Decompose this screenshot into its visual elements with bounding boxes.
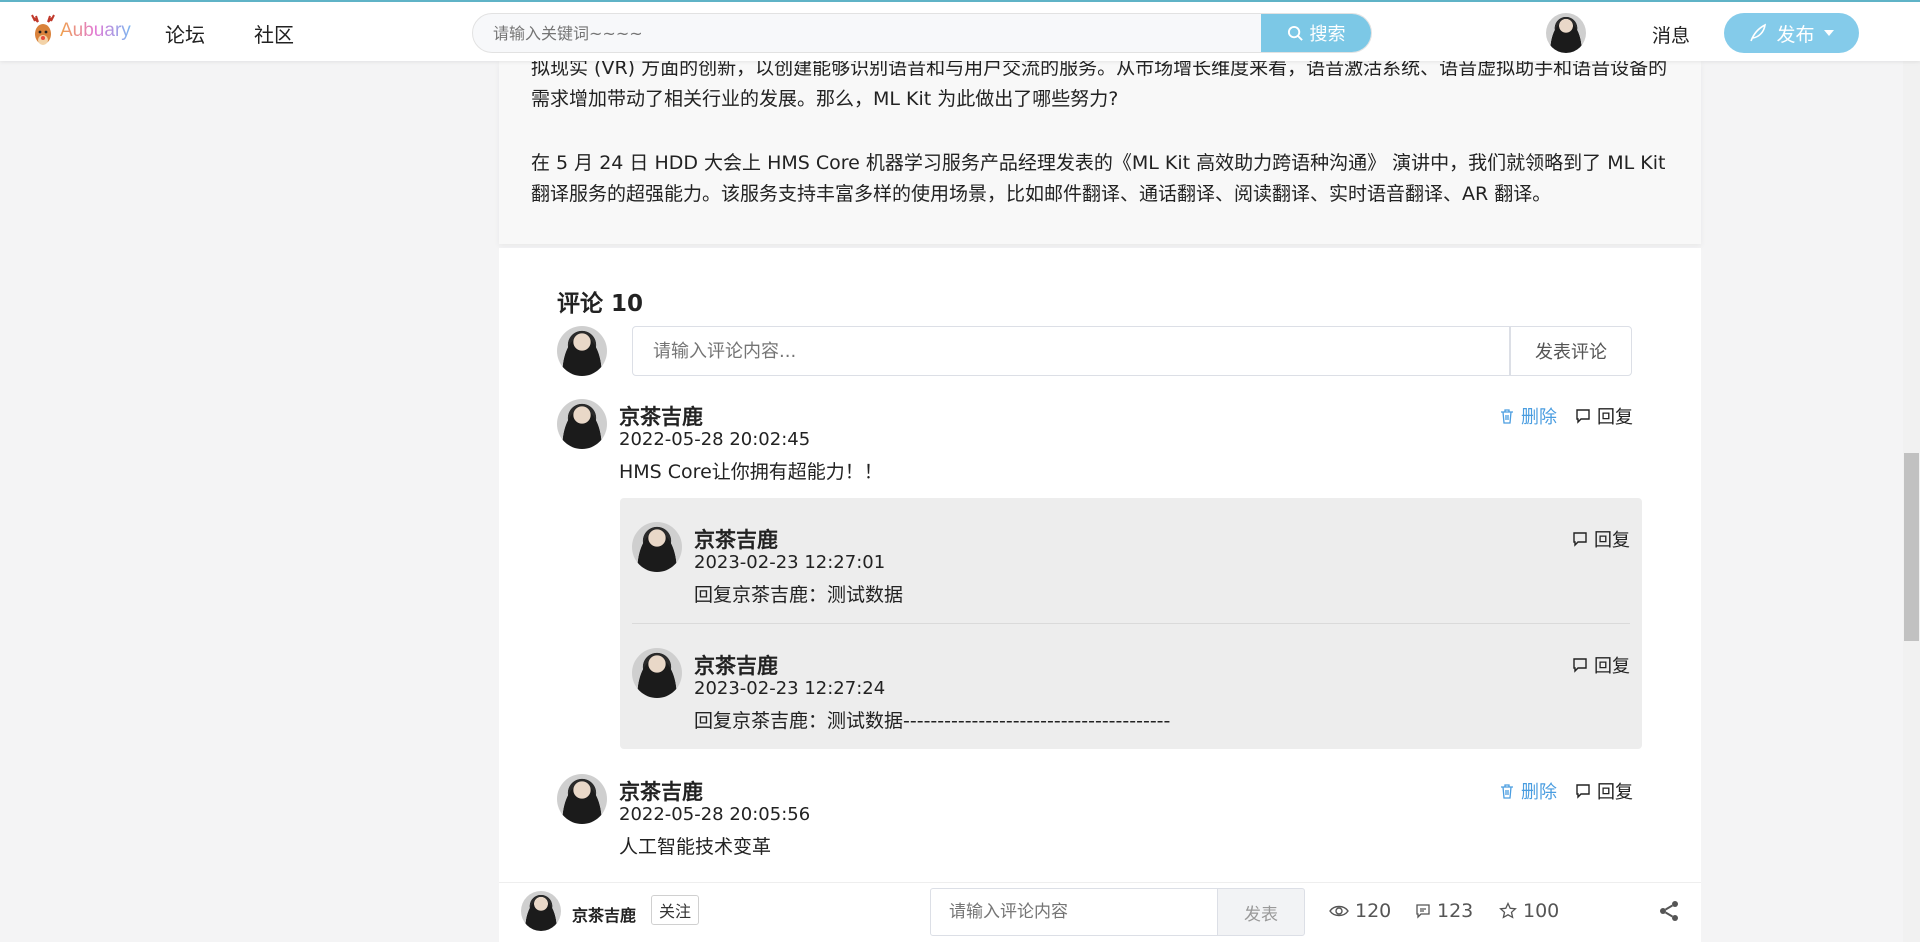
comment-actions: 删除 回复 <box>1499 778 1633 804</box>
reply-label: 回复 <box>1597 782 1633 803</box>
trash-icon <box>1501 784 1513 799</box>
comment-icon <box>1416 904 1430 919</box>
publish-label: 发布 <box>1776 23 1815 46</box>
reply-actions: 回复 <box>1572 652 1630 678</box>
scrollbar-thumb[interactable] <box>1904 453 1919 641</box>
comment-input[interactable] <box>632 326 1510 376</box>
comments-count: 123 <box>1437 900 1474 922</box>
search-button-label: 搜索 <box>1309 24 1346 45</box>
comment-icon <box>1576 409 1590 424</box>
submit-comment-button[interactable]: 发表评论 <box>1510 326 1632 376</box>
comments-title: 评论 10 <box>557 291 644 317</box>
article-paragraph: 拟现实 (VR) 方面的创新，以创建能够识别语音和与用户交流的服务。从市场增长维… <box>531 57 1668 110</box>
comment-actions: 删除 回复 <box>1499 403 1633 429</box>
reply-time: 2023-02-23 12:27:01 <box>694 552 886 573</box>
reply-button[interactable]: 回复 <box>1575 403 1633 429</box>
comment-time: 2022-05-28 20:02:45 <box>619 429 811 450</box>
reply-button[interactable]: 回复 <box>1572 526 1630 552</box>
eye-icon <box>1329 905 1349 917</box>
avatar <box>557 399 607 449</box>
comments-section: 评论 10 发表评论 京茶吉鹿 2022-05-28 20:02:45 HMS … <box>499 248 1701 942</box>
comment-item: 京茶吉鹿 2022-05-28 20:05:56 人工智能技术变革 删除 回复 <box>557 774 1643 874</box>
comment-item: 京茶吉鹿 2022-05-28 20:02:45 HMS Core让你拥有超能力… <box>557 399 1643 499</box>
avatar <box>557 326 607 376</box>
reply-label: 回复 <box>1597 407 1633 428</box>
search-input[interactable] <box>473 14 1261 52</box>
reply-time: 2023-02-23 12:27:24 <box>694 678 886 699</box>
quick-send-button[interactable]: 发表 <box>1217 888 1305 936</box>
reply-text: 回复京茶吉鹿：测试数据 <box>694 584 904 606</box>
search-icon <box>1287 25 1303 41</box>
comment-time: 2022-05-28 20:05:56 <box>619 804 811 825</box>
deer-logo-icon <box>31 14 55 45</box>
reply-button[interactable]: 回复 <box>1572 652 1630 678</box>
delete-label: 删除 <box>1521 407 1557 428</box>
reply-text: 回复京茶吉鹿：测试数据-----------------------------… <box>694 710 1171 732</box>
follow-button[interactable]: 关注 <box>651 895 700 925</box>
logo-text: Aubuary <box>60 20 131 41</box>
feather-icon <box>1750 23 1767 42</box>
comment-icon <box>1573 532 1587 547</box>
author-avatar[interactable] <box>521 891 561 931</box>
views-stat: 120 <box>1329 900 1391 922</box>
avatar <box>557 774 607 824</box>
divider <box>632 623 1630 624</box>
bottom-action-bar: 京茶吉鹿 关注 发表 120 123 100 <box>499 882 1701 942</box>
stars-stat[interactable]: 100 <box>1499 900 1559 922</box>
reply-label: 回复 <box>1594 530 1630 551</box>
reply-author: 京茶吉鹿 <box>694 528 778 552</box>
comment-author: 京茶吉鹿 <box>619 780 703 804</box>
delete-button[interactable]: 删除 <box>1499 778 1557 804</box>
reply-item: 京茶吉鹿 2023-02-23 12:27:01 回复京茶吉鹿：测试数据 回复 <box>632 522 1630 612</box>
share-icon[interactable] <box>1657 899 1681 923</box>
nav-community[interactable]: 社区 <box>254 19 294 48</box>
delete-label: 删除 <box>1521 782 1557 803</box>
reply-button[interactable]: 回复 <box>1575 778 1633 804</box>
quick-comment-input[interactable] <box>930 888 1218 936</box>
delete-button[interactable]: 删除 <box>1499 403 1557 429</box>
nav-forum[interactable]: 论坛 <box>165 19 205 48</box>
reply-actions: 回复 <box>1572 526 1630 552</box>
author-name: 京茶吉鹿 <box>572 906 637 925</box>
avatar <box>632 522 682 572</box>
views-count: 120 <box>1355 900 1392 922</box>
star-icon <box>1499 902 1517 919</box>
top-header: Aubuary 论坛 社区 搜索 消息 发布 <box>0 0 1920 61</box>
comment-icon <box>1576 784 1590 799</box>
search-bar: 搜索 <box>472 13 1372 53</box>
comment-icon <box>1573 658 1587 673</box>
reply-list: 京茶吉鹿 2023-02-23 12:27:01 回复京茶吉鹿：测试数据 回复 … <box>620 498 1642 749</box>
comments-stat[interactable]: 123 <box>1415 900 1473 922</box>
stars-count: 100 <box>1523 900 1560 922</box>
avatar <box>632 648 682 698</box>
comment-text: 人工智能技术变革 <box>619 836 772 858</box>
publish-button[interactable]: 发布 <box>1724 13 1859 53</box>
reply-author: 京茶吉鹿 <box>694 654 778 678</box>
trash-icon <box>1501 409 1513 424</box>
search-button[interactable]: 搜索 <box>1261 14 1371 52</box>
user-avatar[interactable] <box>1546 13 1586 53</box>
comment-text: HMS Core让你拥有超能力！！ <box>619 461 883 483</box>
comment-author: 京茶吉鹿 <box>619 405 703 429</box>
logo[interactable]: Aubuary <box>28 12 131 50</box>
article-paragraph: 在 5 月 24 日 HDD 大会上 HMS Core 机器学习服务产品经理发表… <box>531 152 1666 205</box>
reply-item: 京茶吉鹿 2023-02-23 12:27:24 回复京茶吉鹿：测试数据----… <box>632 648 1630 738</box>
reply-label: 回复 <box>1594 656 1630 677</box>
caret-down-icon <box>1823 30 1834 36</box>
article-body: 拟现实 (VR) 方面的创新，以创建能够识别语音和与用户交流的服务。从市场增长维… <box>499 57 1701 244</box>
messages-link[interactable]: 消息 <box>1652 21 1690 48</box>
